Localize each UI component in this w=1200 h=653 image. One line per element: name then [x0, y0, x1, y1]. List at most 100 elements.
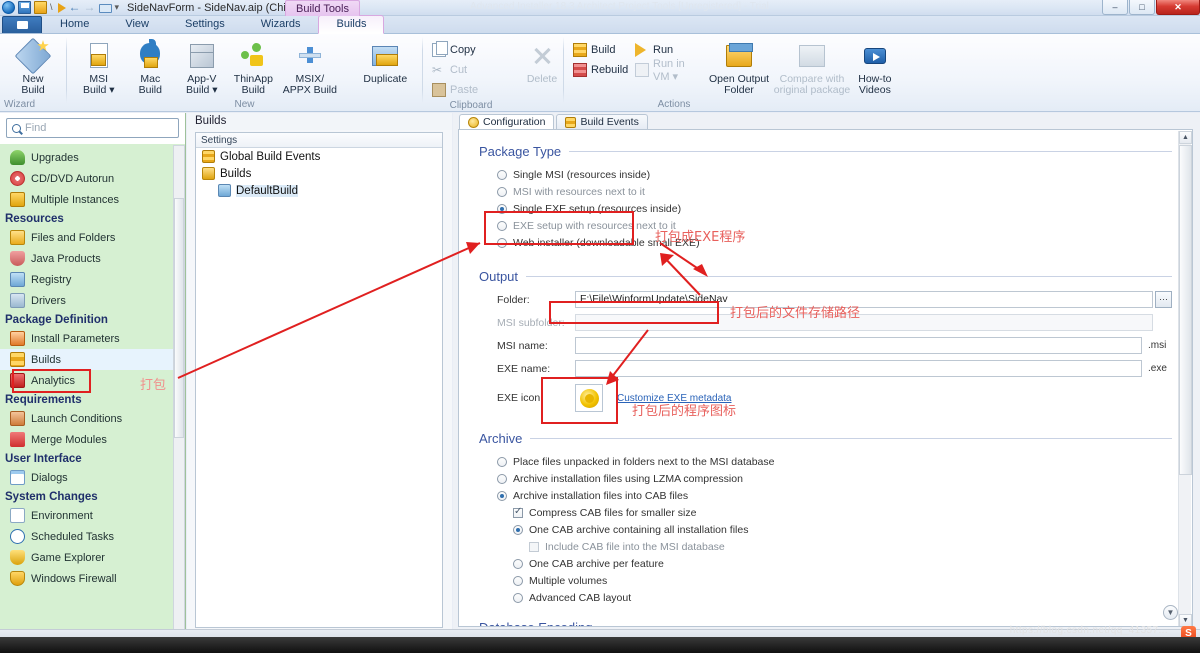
- browse-folder-button[interactable]: ⋯: [1155, 291, 1172, 308]
- compare-package-button[interactable]: Compare with original package: [772, 38, 851, 98]
- analytics-icon: [10, 373, 25, 388]
- msi-build-button[interactable]: MSI Build ▾: [73, 38, 125, 98]
- msi-subfolder-input[interactable]: [575, 314, 1153, 331]
- duplicate-button[interactable]: Duplicate: [355, 38, 416, 87]
- build-icon[interactable]: [34, 1, 47, 14]
- sidebar-item-cd-dvd-autorun[interactable]: CD/DVD Autorun: [0, 168, 185, 189]
- sidebar-scrollbar[interactable]: [173, 145, 185, 633]
- sidebar-item-builds[interactable]: Builds: [0, 349, 185, 370]
- tab-wizards[interactable]: Wizards: [243, 15, 319, 33]
- radio-msi-with-resources[interactable]: MSI with resources next to it: [497, 183, 1172, 200]
- copy-button[interactable]: Copy: [429, 40, 484, 60]
- chevron-down-icon[interactable]: ▼: [1163, 605, 1178, 620]
- sidebar-item-analytics[interactable]: Analytics: [0, 370, 185, 391]
- scroll-up-arrow-icon[interactable]: ▲: [1179, 131, 1192, 144]
- customize-exe-metadata-link[interactable]: Customize EXE metadata: [617, 393, 732, 404]
- maximize-button[interactable]: □: [1129, 0, 1155, 15]
- radio-advanced-cab-layout[interactable]: Advanced CAB layout: [497, 589, 1172, 606]
- tree-column-header[interactable]: Settings: [196, 133, 442, 148]
- tree-row-builds[interactable]: Builds: [196, 165, 442, 182]
- sidebar-item-windows-firewall[interactable]: Windows Firewall: [0, 568, 185, 589]
- radio-single-exe-setup[interactable]: Single EXE setup (resources inside): [497, 200, 1172, 217]
- tab-home[interactable]: Home: [42, 15, 107, 33]
- radio-archive-into-cab[interactable]: Archive installation files into CAB file…: [497, 487, 1172, 504]
- package-type-title-row: Package Type: [479, 144, 1172, 159]
- rebuild-button[interactable]: Rebuild: [570, 60, 632, 80]
- tree-row-defaultbuild[interactable]: DefaultBuild: [196, 182, 442, 199]
- search-input[interactable]: Find: [6, 118, 179, 138]
- new-build-button[interactable]: New Build: [6, 38, 60, 98]
- radio-indicator: [497, 457, 507, 467]
- radio-exe-with-resources[interactable]: EXE setup with resources next to it: [497, 217, 1172, 234]
- run-in-vm-button[interactable]: Run in VM ▾: [632, 60, 706, 80]
- sidebar-item-files-and-folders[interactable]: Files and Folders: [0, 227, 185, 248]
- msi-build-icon: [83, 40, 115, 72]
- back-arrow-icon[interactable]: ←: [69, 1, 81, 14]
- delete-button[interactable]: Delete: [525, 38, 559, 87]
- run-icon[interactable]: [58, 3, 66, 13]
- check-compress-cab[interactable]: Compress CAB files for smaller size: [497, 504, 1172, 521]
- msix-appx-build-button[interactable]: MSIX/ APPX Build: [279, 38, 340, 98]
- sidebar-item-merge-modules[interactable]: Merge Modules: [0, 429, 185, 450]
- scrollbar-thumb[interactable]: [1179, 145, 1192, 475]
- how-to-videos-button[interactable]: How-to Videos: [852, 38, 898, 98]
- tab-build-events-label: Build Events: [580, 116, 638, 128]
- sidebar-item-launch-conditions[interactable]: Launch Conditions: [0, 408, 185, 429]
- radio-single-msi[interactable]: Single MSI (resources inside): [497, 166, 1172, 183]
- close-button[interactable]: ✕: [1156, 0, 1200, 15]
- section-rule: [569, 151, 1172, 152]
- sidebar-item-java-products[interactable]: Java Products: [0, 248, 185, 269]
- package-type-title: Package Type: [479, 144, 561, 159]
- radio-one-cab-per-feature[interactable]: One CAB archive per feature: [497, 555, 1172, 572]
- appv-build-button[interactable]: App-V Build ▾: [176, 38, 228, 98]
- config-scrollbar[interactable]: ▲ ▼: [1178, 131, 1191, 627]
- sidebar-item-drivers[interactable]: Drivers: [0, 290, 185, 311]
- tab-settings[interactable]: Settings: [167, 15, 243, 33]
- sidebar-item-dialogs[interactable]: Dialogs: [0, 467, 185, 488]
- window-controls[interactable]: – □ ✕: [1101, 0, 1200, 16]
- folder-input[interactable]: F:\File\WinformUpdate\SideNav: [575, 291, 1153, 308]
- application-menu-button[interactable]: [2, 16, 42, 33]
- field-msi-name: MSI name: .msi: [497, 335, 1172, 356]
- tree-row-global-build-events[interactable]: Global Build Events: [196, 148, 442, 165]
- radio-one-cab-all-files[interactable]: One CAB archive containing all installat…: [497, 521, 1172, 538]
- build-button[interactable]: Build: [570, 40, 632, 60]
- tab-builds[interactable]: Builds: [318, 15, 384, 34]
- sidebar-item-install-parameters[interactable]: Install Parameters: [0, 328, 185, 349]
- sidebar-item-scheduled-tasks[interactable]: Scheduled Tasks: [0, 526, 185, 547]
- radio-web-installer[interactable]: Web installer (downloadable small EXE): [497, 234, 1172, 251]
- open-output-folder-button[interactable]: Open Output Folder: [706, 38, 773, 98]
- sidebar-item-registry[interactable]: Registry: [0, 269, 185, 290]
- paste-button[interactable]: Paste: [429, 80, 484, 100]
- duplicate-icon: [369, 40, 401, 72]
- thinapp-build-button[interactable]: ThinApp Build: [228, 38, 280, 98]
- mac-build-button[interactable]: Mac Build: [125, 38, 177, 98]
- save-icon[interactable]: [18, 1, 31, 14]
- tab-view[interactable]: View: [107, 15, 167, 33]
- files-and-folders-icon: [10, 230, 25, 245]
- tab-configuration[interactable]: Configuration: [459, 114, 554, 129]
- radio-lzma-compression[interactable]: Archive installation files using LZMA co…: [497, 470, 1172, 487]
- taskbar[interactable]: [0, 637, 1200, 653]
- radio-place-files-unpacked[interactable]: Place files unpacked in folders next to …: [497, 453, 1172, 470]
- tab-configuration-label: Configuration: [483, 116, 545, 128]
- tab-build-events[interactable]: Build Events: [556, 114, 647, 129]
- sidebar-item-upgrades[interactable]: Upgrades: [0, 147, 185, 168]
- msi-name-input[interactable]: [575, 337, 1142, 354]
- quick-access-toolbar[interactable]: \ ← → ▾: [0, 1, 119, 14]
- minimize-button[interactable]: –: [1102, 0, 1128, 15]
- sidebar-item-environment[interactable]: Environment: [0, 505, 185, 526]
- mail-icon[interactable]: [99, 4, 112, 13]
- cut-button[interactable]: ✂ Cut: [429, 60, 484, 80]
- exe-icon-preview[interactable]: [575, 384, 603, 412]
- radio-label: Archive installation files using LZMA co…: [513, 473, 743, 485]
- output-fields: Folder: F:\File\WinformUpdate\SideNav ⋯ …: [479, 284, 1172, 415]
- check-include-cab-in-msi[interactable]: Include CAB file into the MSI database: [497, 538, 1172, 555]
- sidebar-item-multiple-instances[interactable]: Multiple Instances: [0, 189, 185, 210]
- sidebar-item-game-explorer[interactable]: Game Explorer: [0, 547, 185, 568]
- copy-label: Copy: [450, 44, 476, 56]
- forward-arrow-icon[interactable]: →: [84, 1, 96, 14]
- exe-name-input[interactable]: [575, 360, 1142, 377]
- radio-multiple-volumes[interactable]: Multiple volumes: [497, 572, 1172, 589]
- orb-icon[interactable]: [2, 1, 15, 14]
